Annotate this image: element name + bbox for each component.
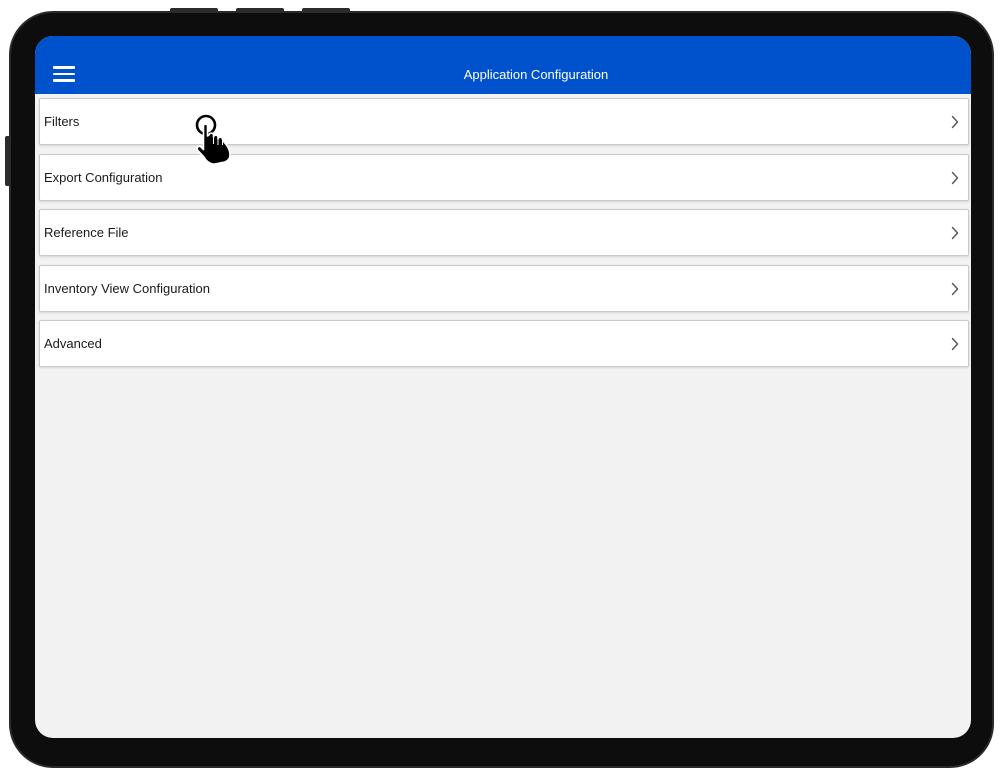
menu-item-reference-file[interactable]: Reference File xyxy=(39,209,969,256)
app-screen: Application Configuration Filters Export… xyxy=(35,36,971,738)
page-title: Application Configuration xyxy=(463,67,609,82)
menu-item-inventory-view-configuration[interactable]: Inventory View Configuration xyxy=(39,264,969,312)
hardware-volume-down-button xyxy=(302,8,350,13)
chevron-right-icon xyxy=(951,282,959,295)
menu-item-filters[interactable]: Filters xyxy=(39,98,969,145)
settings-menu-list: Filters Export Configuration Reference F… xyxy=(39,98,969,376)
hardware-volume-up-button xyxy=(236,8,284,13)
menu-item-label: Inventory View Configuration xyxy=(44,280,210,296)
menu-item-advanced[interactable]: Advanced xyxy=(39,320,969,367)
chevron-right-icon xyxy=(951,226,959,240)
chevron-right-icon xyxy=(951,337,959,351)
hand-pointer-icon xyxy=(195,114,231,165)
navigation-bar: Application Configuration xyxy=(35,36,971,94)
menu-item-label: Export Configuration xyxy=(44,169,163,185)
menu-item-export-configuration[interactable]: Export Configuration xyxy=(39,153,969,201)
menu-item-label: Advanced xyxy=(44,336,102,351)
chevron-right-icon xyxy=(951,171,959,184)
menu-item-label: Filters xyxy=(44,114,80,129)
chevron-right-icon xyxy=(951,115,959,129)
hardware-side-button xyxy=(5,136,10,186)
menu-item-label: Reference File xyxy=(44,225,129,240)
hardware-top-button xyxy=(170,8,218,13)
